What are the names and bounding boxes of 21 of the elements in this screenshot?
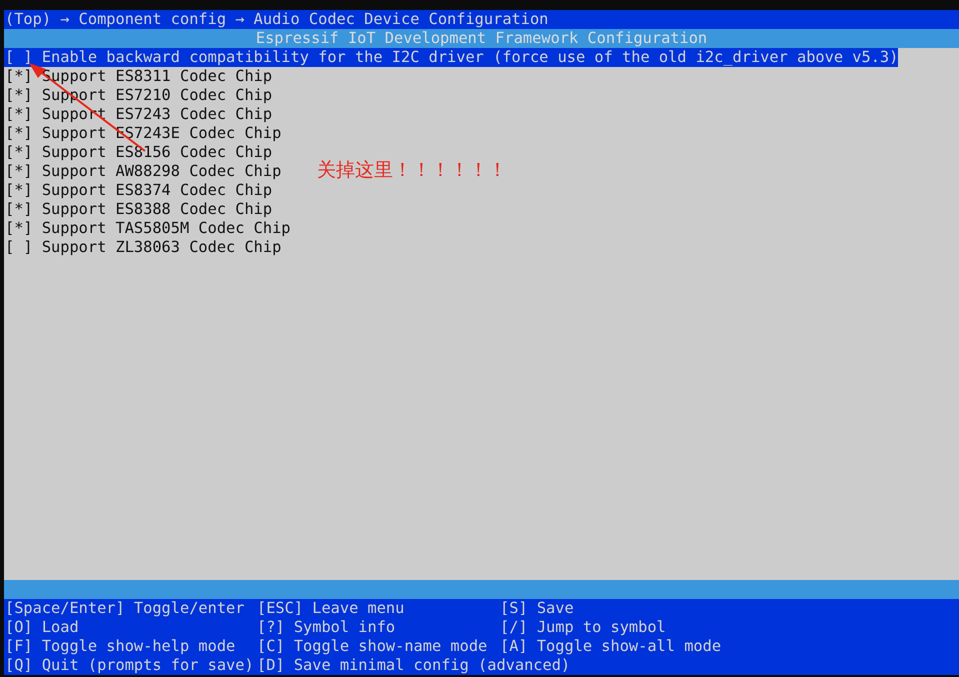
menu-item[interactable]: [*] Support AW88298 Codec Chip	[4, 162, 282, 181]
breadcrumb: (Top) → Component config → Audio Codec Device Configuration	[4, 10, 959, 29]
key-hint: [O] Load	[5, 618, 80, 637]
menu-item[interactable]: [*] Support TAS5805M Codec Chip	[4, 219, 290, 238]
key-hint: [C] Toggle show-name mode	[257, 637, 488, 656]
key-hint: [Space/Enter] Toggle/enter	[5, 599, 246, 618]
key-hint: [/] Jump to symbol	[500, 618, 667, 637]
key-hint: [A] Toggle show-all mode	[500, 637, 722, 656]
key-hint: [Q] Quit (prompts for save)	[5, 656, 255, 675]
window-title: Espressif IoT Development Framework Configuration	[4, 29, 959, 48]
key-hint: [ESC] Leave menu	[257, 599, 406, 618]
menu-item[interactable]: [ ] Support ZL38063 Codec Chip	[4, 238, 282, 257]
key-hint: [S] Save	[500, 599, 575, 618]
menu-item[interactable]: [*] Support ES8156 Codec Chip	[4, 143, 272, 162]
annotation-text: 关掉这里！！！！！！	[317, 158, 507, 182]
key-hint: [F] Toggle show-help mode	[5, 637, 236, 656]
key-hint: [D] Save minimal config (advanced)	[257, 656, 572, 675]
key-hint: [?] Symbol info	[257, 618, 396, 637]
menu-item[interactable]: [*] Support ES8388 Codec Chip	[4, 200, 272, 219]
menu-item[interactable]: [*] Support ES8374 Codec Chip	[4, 181, 272, 200]
menu-item[interactable]: [ ] Enable backward compatibility for the I2C driver (force use of the old i2c_driver above v5.3)	[4, 48, 898, 67]
